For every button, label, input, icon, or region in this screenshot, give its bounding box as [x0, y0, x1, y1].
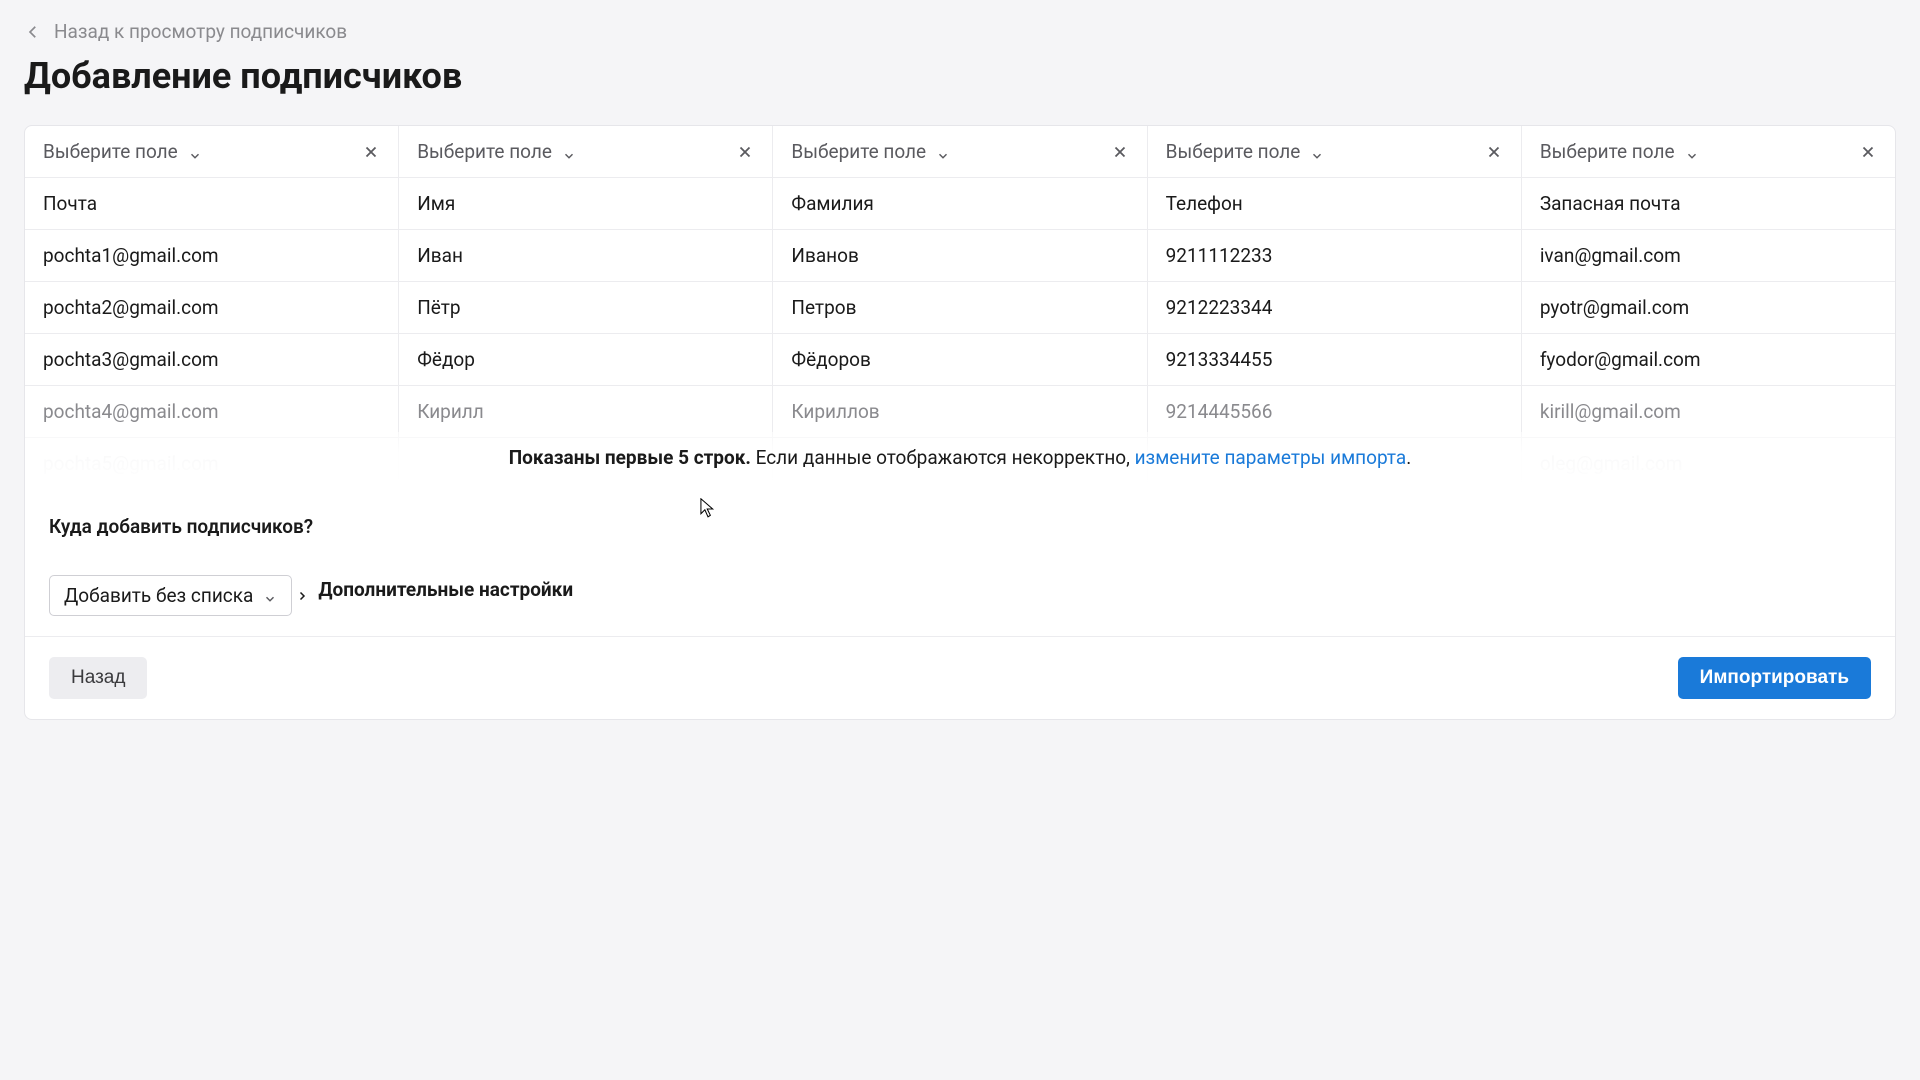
back-link[interactable]: Назад к просмотру подписчиков	[24, 20, 347, 43]
table-cell: fyodor@gmail.com	[1522, 334, 1895, 385]
table-cell: Пётр	[399, 282, 773, 333]
field-select-label: Выберите поле	[1166, 140, 1301, 163]
change-import-params-link[interactable]: измените параметры импорта	[1135, 446, 1407, 469]
import-button[interactable]: Импортировать	[1678, 657, 1871, 699]
import-panel: Выберите поле Выберите поле Выберите пол…	[24, 125, 1896, 720]
field-selector-cell: Выберите поле	[773, 126, 1147, 177]
remove-column-icon[interactable]	[1485, 143, 1503, 161]
remove-column-icon[interactable]	[1859, 143, 1877, 161]
field-select-label: Выберите поле	[43, 140, 178, 163]
table-cell: pochta5@gmail.com	[25, 438, 399, 489]
field-select-label: Выберите поле	[1540, 140, 1675, 163]
field-select[interactable]: Выберите поле	[1540, 140, 1699, 163]
remove-column-icon[interactable]	[362, 143, 380, 161]
column-header: Фамилия	[773, 178, 1147, 229]
remove-column-icon[interactable]	[736, 143, 754, 161]
column-header: Почта	[25, 178, 399, 229]
table-row: pochta4@gmail.com Кирилл Кириллов 921444…	[25, 386, 1895, 438]
field-select[interactable]: Выберите поле	[791, 140, 950, 163]
chevron-down-icon	[263, 588, 277, 602]
field-select-label: Выберите поле	[791, 140, 926, 163]
table-cell	[399, 438, 773, 489]
column-header: Телефон	[1148, 178, 1522, 229]
table-cell: Кириллов	[773, 386, 1147, 437]
header-labels-row: Почта Имя Фамилия Телефон Запасная почта	[25, 178, 1895, 230]
table-cell: Фёдор	[399, 334, 773, 385]
target-section: Куда добавить подписчиков? Добавить без …	[25, 489, 1895, 636]
chevron-down-icon	[188, 145, 202, 159]
table-cell: Иван	[399, 230, 773, 281]
column-header: Имя	[399, 178, 773, 229]
field-select[interactable]: Выберите поле	[1166, 140, 1325, 163]
footer-actions: Назад Импортировать	[25, 636, 1895, 719]
target-list-select[interactable]: Добавить без списка	[49, 575, 292, 616]
page-title: Добавление подписчиков	[24, 55, 1896, 97]
remove-column-icon[interactable]	[1111, 143, 1129, 161]
chevron-down-icon	[936, 145, 950, 159]
field-select-label: Выберите поле	[417, 140, 552, 163]
target-label: Куда добавить подписчиков?	[49, 515, 1871, 538]
arrow-left-icon	[24, 23, 42, 41]
chevron-down-icon	[1310, 145, 1324, 159]
chevron-right-icon	[296, 584, 308, 596]
table-cell: pochta1@gmail.com	[25, 230, 399, 281]
column-header: Запасная почта	[1522, 178, 1895, 229]
back-button[interactable]: Назад	[49, 657, 147, 699]
table-cell: 9213334455	[1148, 334, 1522, 385]
table-cell: pochta4@gmail.com	[25, 386, 399, 437]
additional-settings-label: Дополнительные настройки	[318, 578, 573, 601]
field-selector-cell: Выберите поле	[1522, 126, 1895, 177]
table-cell: 9211112233	[1148, 230, 1522, 281]
additional-settings-toggle[interactable]: Дополнительные настройки	[296, 578, 573, 601]
field-selector-cell: Выберите поле	[399, 126, 773, 177]
table-cell: ivan@gmail.com	[1522, 230, 1895, 281]
table-row: pochta3@gmail.com Фёдор Фёдоров 92133344…	[25, 334, 1895, 386]
table-row: pochta1@gmail.com Иван Иванов 9211112233…	[25, 230, 1895, 282]
field-selector-cell: Выберите поле	[25, 126, 399, 177]
table-cell: Иванов	[773, 230, 1147, 281]
back-link-label: Назад к просмотру подписчиков	[54, 20, 347, 43]
table-cell: 9212223344	[1148, 282, 1522, 333]
table-cell: oleg@gmail.com	[1522, 438, 1895, 489]
field-select[interactable]: Выберите поле	[417, 140, 576, 163]
chevron-down-icon	[1685, 145, 1699, 159]
table-row: pochta5@gmail.com oleg@gmail.com	[25, 438, 1895, 489]
table-cell: pyotr@gmail.com	[1522, 282, 1895, 333]
table-cell	[773, 438, 1147, 489]
table-cell: Петров	[773, 282, 1147, 333]
preview-table: Выберите поле Выберите поле Выберите пол…	[25, 126, 1895, 489]
table-cell: pochta3@gmail.com	[25, 334, 399, 385]
field-selector-cell: Выберите поле	[1148, 126, 1522, 177]
chevron-down-icon	[562, 145, 576, 159]
field-select[interactable]: Выберите поле	[43, 140, 202, 163]
table-cell: Фёдоров	[773, 334, 1147, 385]
table-cell: kirill@gmail.com	[1522, 386, 1895, 437]
table-row: pochta2@gmail.com Пётр Петров 9212223344…	[25, 282, 1895, 334]
table-cell: Кирилл	[399, 386, 773, 437]
target-list-value: Добавить без списка	[64, 584, 253, 607]
field-selector-row: Выберите поле Выберите поле Выберите пол…	[25, 126, 1895, 178]
table-cell: 9214445566	[1148, 386, 1522, 437]
table-cell: pochta2@gmail.com	[25, 282, 399, 333]
